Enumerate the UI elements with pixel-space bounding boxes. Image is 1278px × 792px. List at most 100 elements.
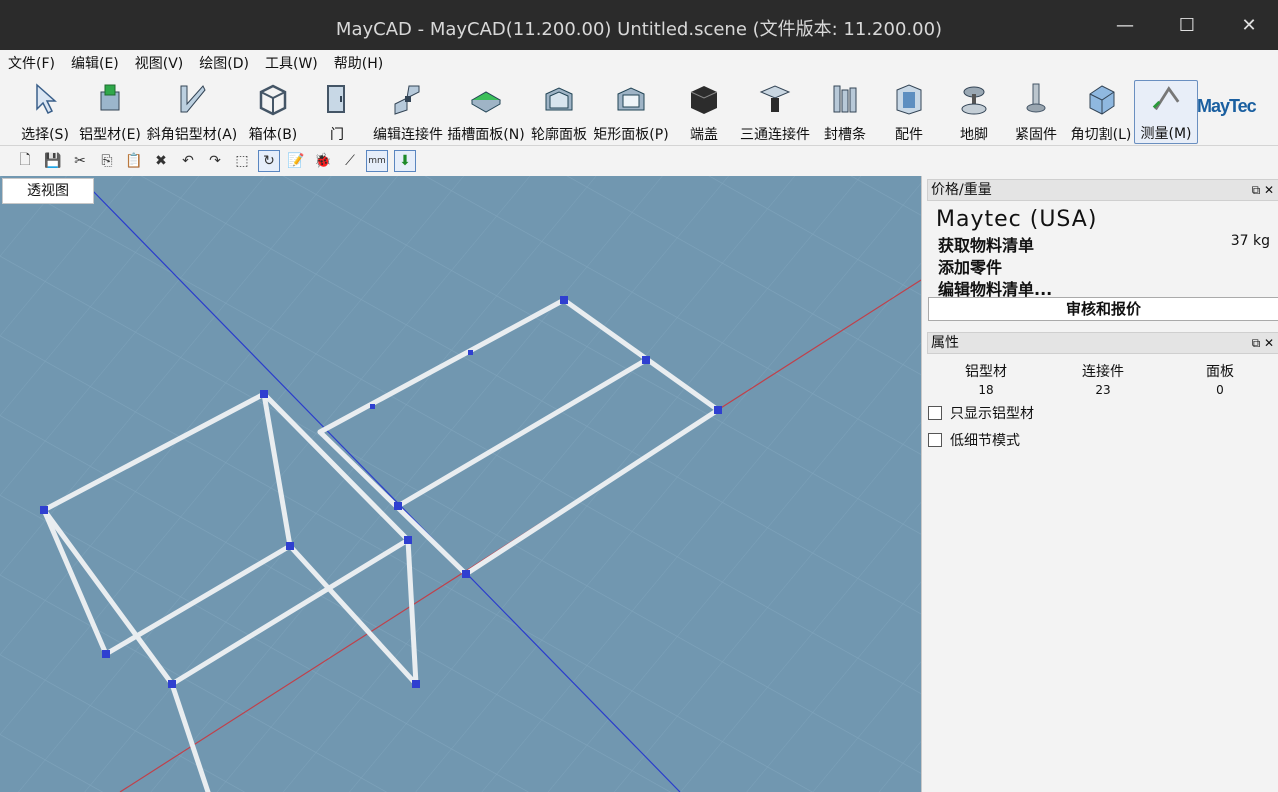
maytec-logo: MayTec	[1197, 96, 1257, 116]
tool-label: 斜角铝型材(A)	[146, 127, 238, 143]
stat-panels: 面板 0	[1180, 361, 1260, 397]
tool-label: 测量(M)	[1140, 126, 1192, 142]
unit-mm-button[interactable]: mm	[366, 150, 388, 172]
stat-profiles: 铝型材 18	[946, 361, 1026, 397]
slot-cover-icon	[833, 85, 857, 113]
main-toolbar: 选择(S) 铝型材(E) 斜角铝型材(A) 箱体(B) 门 编辑连接件 插槽面板…	[0, 76, 1278, 146]
menu-bar: 文件(F) 编辑(E) 视图(V) 绘图(D) 工具(W) 帮助(H)	[0, 50, 1278, 76]
menu-draw[interactable]: 绘图(D)	[199, 53, 249, 73]
select-tool[interactable]: 选择(S)	[16, 80, 74, 144]
slot-panel-icon	[470, 91, 502, 113]
rect-panel-icon	[617, 87, 645, 111]
foot-icon	[961, 86, 987, 115]
slot-cover-tool[interactable]: 封槽条	[822, 80, 868, 144]
connector-edit-icon	[394, 85, 420, 115]
miter-profile-tool[interactable]: 斜角铝型材(A)	[143, 80, 241, 144]
save-icon[interactable]: 💾	[42, 150, 64, 172]
stat-value: 18	[978, 383, 994, 397]
stat-value: 0	[1216, 383, 1224, 397]
end-cap-tool[interactable]: 端盖	[686, 80, 722, 144]
undo-icon[interactable]: ↶	[177, 150, 199, 172]
stat-label: 面板	[1206, 364, 1234, 380]
measure-tool[interactable]: 测量(M)	[1134, 80, 1198, 144]
redo-icon[interactable]: ↷	[204, 150, 226, 172]
tool-label: 铝型材(E)	[79, 127, 141, 143]
menu-edit[interactable]: 编辑(E)	[71, 53, 119, 73]
tool-label: 紧固件	[1015, 127, 1057, 143]
secondary-toolbar: 🗋 💾 ✂ ⎘ 📋 ✖ ↶ ↷ ⬚ ↻ 📝 🐞 ⟋ mm ⬇	[0, 146, 1278, 176]
tool-label: 选择(S)	[21, 127, 69, 143]
menu-help[interactable]: 帮助(H)	[334, 53, 383, 73]
low-detail-checkbox[interactable]: 低细节模式	[928, 430, 1020, 450]
tool-label: 门	[330, 127, 344, 143]
tee-connector-icon	[759, 85, 791, 112]
tool-label: 插槽面板(N)	[447, 127, 525, 143]
tool-label: 角切割(L)	[1070, 127, 1132, 143]
right-panel: 价格/重量 ⧉ ✕ Maytec (USA) 获取物料清单 37 kg 添加零件…	[921, 176, 1278, 792]
connector-edit-tool[interactable]: 编辑连接件	[370, 80, 446, 144]
copy-icon[interactable]: ⎘	[96, 150, 118, 172]
angle-cut-icon	[1089, 85, 1115, 115]
tool-label: 配件	[895, 127, 923, 143]
checkbox-box[interactable]	[928, 406, 942, 420]
company-name: Maytec (USA)	[936, 207, 1098, 232]
document-edit-icon[interactable]: 📝	[285, 150, 307, 172]
menu-file[interactable]: 文件(F)	[8, 53, 55, 73]
measure-icon	[1152, 86, 1180, 111]
green-arrow-icon[interactable]: ⬇	[394, 150, 416, 172]
dimension-icon[interactable]: ⟋	[339, 150, 361, 172]
only-profiles-checkbox[interactable]: 只显示铝型材	[928, 403, 1034, 423]
tool-label: 端盖	[690, 127, 718, 143]
fastener-icon	[1026, 83, 1046, 113]
rotate-icon[interactable]: ↻	[258, 150, 280, 172]
tool-label: 三通连接件	[740, 127, 810, 143]
price-weight-header: 价格/重量 ⧉ ✕	[927, 179, 1278, 201]
menu-tools[interactable]: 工具(W)	[265, 53, 318, 73]
bug-icon[interactable]: 🐞	[312, 150, 334, 172]
get-bom-link[interactable]: 获取物料清单	[938, 232, 1034, 256]
scene-canvas[interactable]	[0, 176, 921, 792]
tee-connector-tool[interactable]: 三通连接件	[736, 80, 814, 144]
new-file-icon[interactable]: 🗋	[14, 150, 36, 172]
checkbox-label: 只显示铝型材	[950, 406, 1034, 422]
tool-label: 封槽条	[824, 127, 866, 143]
stat-value: 23	[1095, 383, 1111, 397]
add-part-link[interactable]: 添加零件	[938, 254, 1002, 278]
accessory-tool[interactable]: 配件	[890, 80, 928, 144]
slot-panel-tool[interactable]: 插槽面板(N)	[446, 80, 526, 144]
price-weight-title: 价格/重量	[931, 182, 992, 198]
3d-viewport[interactable]: 透视图	[0, 176, 921, 792]
menu-view[interactable]: 视图(V)	[135, 53, 184, 73]
rect-panel-tool[interactable]: 矩形面板(P)	[592, 80, 670, 144]
minimize-icon[interactable]: —	[1094, 0, 1156, 50]
panel-controls[interactable]: ⧉ ✕	[1252, 333, 1274, 353]
contour-panel-tool[interactable]: 轮廓面板	[528, 80, 590, 144]
delete-icon[interactable]: ✖	[150, 150, 172, 172]
tool-label: 矩形面板(P)	[593, 127, 669, 143]
accessory-icon	[896, 84, 922, 115]
profile-tool[interactable]: 铝型材(E)	[77, 80, 143, 144]
fastener-tool[interactable]: 紧固件	[1012, 80, 1060, 144]
perspective-view-tab[interactable]: 透视图	[2, 178, 94, 204]
box-icon	[259, 84, 287, 116]
select-region-icon[interactable]: ⬚	[231, 150, 253, 172]
window-title: MayCAD - MayCAD(11.200.00) Untitled.scen…	[335, 19, 943, 40]
box-tool[interactable]: 箱体(B)	[245, 80, 301, 144]
foot-tool[interactable]: 地脚	[956, 80, 992, 144]
checkbox-box[interactable]	[928, 433, 942, 447]
total-weight: 37 kg	[1230, 233, 1270, 249]
review-quote-button[interactable]: 审核和报价	[928, 297, 1278, 321]
tool-label: 地脚	[960, 127, 988, 143]
title-bar: MayCAD - MayCAD(11.200.00) Untitled.scen…	[0, 0, 1278, 50]
ground-grid	[0, 176, 921, 792]
close-icon[interactable]: ✕	[1218, 0, 1278, 50]
angle-cut-tool[interactable]: 角切割(L)	[1068, 80, 1134, 144]
properties-header: 属性 ⧉ ✕	[927, 332, 1278, 354]
cut-icon[interactable]: ✂	[69, 150, 91, 172]
maximize-icon[interactable]: ☐	[1156, 0, 1218, 50]
paste-icon[interactable]: 📋	[123, 150, 145, 172]
tool-label: 轮廓面板	[531, 127, 587, 143]
panel-controls[interactable]: ⧉ ✕	[1252, 180, 1274, 200]
end-cap-icon	[690, 86, 718, 114]
door-tool[interactable]: 门	[317, 80, 357, 144]
